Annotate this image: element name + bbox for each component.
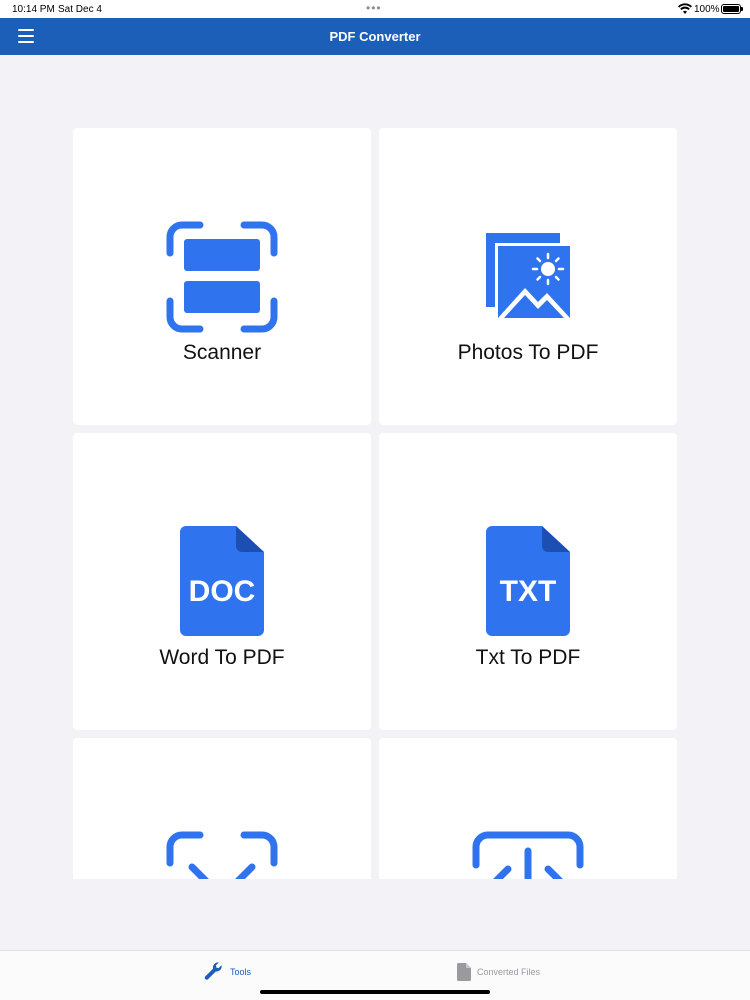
- tool-card-upload[interactable]: [379, 738, 677, 879]
- tool-label: Photos To PDF: [457, 341, 599, 364]
- home-indicator[interactable]: [260, 990, 490, 994]
- tools-grid: Scanner Photos To PDF DOC Word To PDF TX…: [0, 55, 750, 879]
- photos-icon: [379, 232, 677, 322]
- battery-percent: 100%: [694, 4, 720, 15]
- tool-label: Scanner: [182, 341, 262, 364]
- multitasking-dots-icon[interactable]: •••: [366, 1, 382, 15]
- tab-label: Tools: [230, 967, 252, 977]
- tool-card-photos-to-pdf[interactable]: Photos To PDF: [379, 128, 677, 425]
- doc-badge: DOC: [188, 575, 256, 608]
- tool-card-fullscreen[interactable]: [73, 738, 371, 879]
- status-bar: 10:14 PM Sat Dec 4 ••• 100%: [0, 0, 750, 18]
- document-icon: [457, 963, 471, 981]
- status-date: Sat Dec 4: [58, 4, 102, 15]
- tab-bar: Tools Converted Files: [0, 950, 750, 1000]
- status-time: 10:14 PM: [12, 4, 55, 15]
- tab-tools[interactable]: Tools: [204, 961, 251, 983]
- tool-label: Txt To PDF: [475, 646, 581, 669]
- tool-card-txt-to-pdf[interactable]: TXT Txt To PDF: [379, 433, 677, 730]
- page-title: PDF Converter: [329, 29, 421, 44]
- wrench-icon: [204, 962, 222, 980]
- txt-badge: TXT: [499, 575, 557, 608]
- wifi-icon: [678, 3, 692, 14]
- tab-label: Converted Files: [477, 967, 541, 977]
- upload-icon: [379, 831, 677, 879]
- nav-bar: PDF Converter: [0, 18, 750, 55]
- fullscreen-icon: [73, 831, 371, 879]
- doc-file-icon: DOC: [73, 526, 371, 636]
- battery-icon: [721, 4, 743, 14]
- scanner-icon: [73, 221, 371, 333]
- tool-label: Word To PDF: [159, 646, 285, 669]
- tab-converted-files[interactable]: Converted Files: [457, 961, 540, 983]
- tool-card-word-to-pdf[interactable]: DOC Word To PDF: [73, 433, 371, 730]
- tool-card-scanner[interactable]: Scanner: [73, 128, 371, 425]
- txt-file-icon: TXT: [379, 526, 677, 636]
